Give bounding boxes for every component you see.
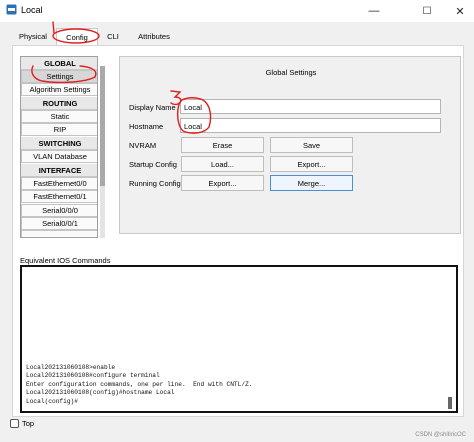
nav-item-more[interactable]	[21, 230, 97, 237]
startup-config-label: Startup Config	[129, 160, 177, 169]
nav-item-vlan-database[interactable]: VLAN Database	[21, 150, 97, 163]
watermark: CSDN @shitiricOC	[415, 432, 466, 438]
startup-export-button[interactable]: Export...	[270, 156, 353, 172]
close-button[interactable]: ✕	[446, 0, 474, 22]
hostname-label: Hostname	[129, 122, 164, 131]
nav-scrollbar[interactable]	[100, 66, 105, 238]
global-settings-group: Global Settings Display Name Local Hostn…	[119, 56, 461, 234]
nav-item-serial0-0-1[interactable]: Serial0/0/1	[21, 217, 97, 230]
global-settings-title: Global Settings	[265, 68, 317, 77]
ios-commands-text: Local202131060108>enable Local2021310601…	[26, 363, 253, 405]
top-checkbox-row[interactable]: Top	[10, 418, 70, 432]
nav-item-serial0-0-0[interactable]: Serial0/0/0	[21, 204, 97, 217]
nav-header-routing: ROUTING	[21, 97, 97, 110]
nav-item-fastethernet0-0[interactable]: FastEthernet0/0	[21, 177, 97, 190]
ios-scrollbar[interactable]	[447, 271, 453, 409]
ios-commands-console[interactable]: Local202131060108>enable Local2021310601…	[20, 265, 458, 413]
nvram-label: NVRAM	[129, 141, 157, 150]
running-export-button[interactable]: Export...	[181, 175, 264, 191]
save-button[interactable]: Save	[270, 137, 353, 153]
display-name-field[interactable]: Local	[180, 99, 441, 114]
top-checkbox[interactable]	[10, 419, 19, 428]
display-name-label: Display Name	[129, 103, 176, 112]
title-bar: Local — ☐ ✕	[0, 0, 474, 22]
erase-button[interactable]: Erase	[181, 137, 264, 153]
nav-header-interface: INTERFACE	[21, 164, 97, 177]
tab-physical[interactable]: Physical	[12, 28, 54, 44]
nav-item-rip[interactable]: RIP	[21, 123, 97, 136]
maximize-button[interactable]: ☐	[413, 0, 441, 22]
nav-item-settings[interactable]: Settings	[21, 70, 97, 83]
hostname-field[interactable]: Local	[180, 118, 441, 133]
running-config-label: Running Config	[129, 179, 181, 188]
config-nav-list: GLOBAL Settings Algorithm Settings ROUTI…	[20, 56, 98, 238]
nav-scrollbar-thumb[interactable]	[100, 66, 105, 186]
minimize-button[interactable]: —	[360, 0, 388, 22]
nav-header-switching: SWITCHING	[21, 137, 97, 150]
nav-header-global: GLOBAL	[21, 57, 97, 70]
load-button[interactable]: Load...	[181, 156, 264, 172]
config-panel: GLOBAL Settings Algorithm Settings ROUTI…	[12, 45, 464, 417]
window-title: Local	[21, 5, 43, 15]
nav-item-algorithm-settings[interactable]: Algorithm Settings	[21, 83, 97, 96]
top-checkbox-label: Top	[22, 419, 35, 428]
ios-commands-label: Equivalent IOS Commands	[20, 256, 111, 265]
nav-item-static[interactable]: Static	[21, 110, 97, 123]
app-icon	[6, 4, 17, 15]
tab-cli[interactable]: CLI	[102, 28, 124, 44]
tab-attributes[interactable]: Attributes	[134, 28, 174, 44]
ios-scrollbar-thumb[interactable]	[448, 397, 452, 409]
tab-config[interactable]: Config	[56, 28, 98, 46]
nav-item-fastethernet0-1[interactable]: FastEthernet0/1	[21, 190, 97, 203]
merge-button[interactable]: Merge...	[270, 175, 353, 191]
